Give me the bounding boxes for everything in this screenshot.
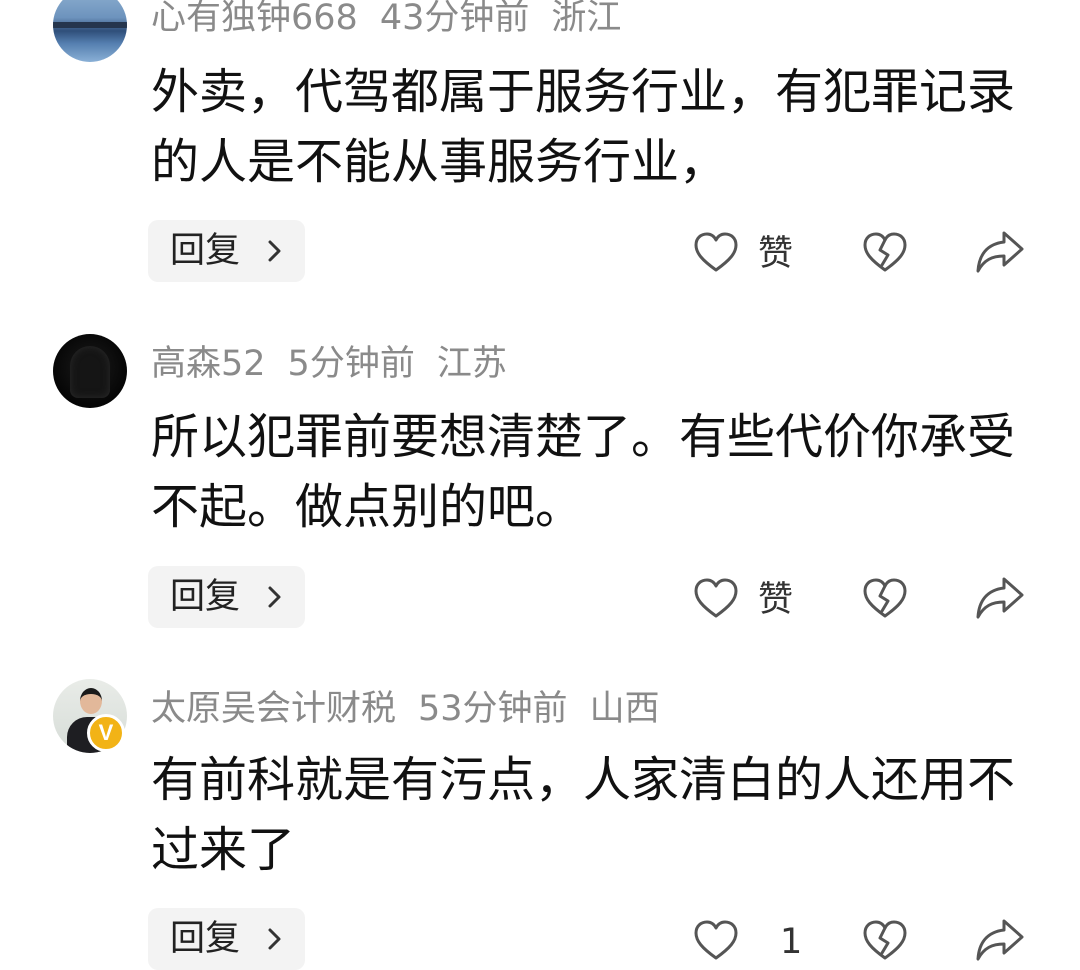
chevron-right-icon <box>268 586 281 608</box>
comment-meta: 心有独钟668 43分钟前 浙江 <box>151 0 643 40</box>
reply-button[interactable]: 回复 <box>148 220 305 282</box>
share-arrow-icon[interactable] <box>974 573 1026 621</box>
verified-badge-icon: V <box>87 714 125 752</box>
reply-label: 回复 <box>170 577 241 617</box>
user-avatar[interactable] <box>53 0 127 62</box>
share-arrow-icon[interactable] <box>974 915 1026 963</box>
username[interactable]: 心有独钟668 <box>151 0 358 38</box>
broken-heart-icon[interactable] <box>861 229 909 277</box>
comment-time: 43分钟前 <box>379 0 530 38</box>
comment-time: 5分钟前 <box>287 344 415 384</box>
comment-text: 有前科就是有污点，人家清白的人还用不过来了 <box>151 752 1016 878</box>
hooded-figure-icon <box>70 346 110 398</box>
comment-time: 53分钟前 <box>418 689 568 729</box>
heart-icon[interactable] <box>692 575 740 623</box>
user-avatar[interactable] <box>53 334 127 408</box>
like-label[interactable]: 赞 <box>758 578 793 622</box>
person-head-icon <box>80 688 102 714</box>
username[interactable]: 太原吴会计财税 <box>151 689 396 729</box>
comment-text: 外卖，代驾都属于服务行业，有犯罪记录的人是不能从事服务行业， <box>151 64 1016 190</box>
comment-location: 江苏 <box>436 344 507 384</box>
broken-heart-icon[interactable] <box>861 575 909 623</box>
city-skyline-icon <box>53 22 127 28</box>
username[interactable]: 高森52 <box>151 344 266 384</box>
reply-button[interactable]: 回复 <box>148 908 305 970</box>
like-count[interactable]: 1 <box>780 920 802 964</box>
chevron-right-icon <box>268 240 281 262</box>
comment-meta: 高森52 5分钟前 江苏 <box>151 342 529 386</box>
heart-icon[interactable] <box>692 229 740 277</box>
reply-label: 回复 <box>170 231 241 271</box>
like-label[interactable]: 赞 <box>758 232 793 276</box>
chevron-right-icon <box>268 928 281 950</box>
share-arrow-icon[interactable] <box>974 227 1026 275</box>
broken-heart-icon[interactable] <box>861 917 909 965</box>
reply-label: 回复 <box>170 919 241 959</box>
comment-meta: 太原吴会计财税 53分钟前 山西 <box>151 687 682 731</box>
reply-button[interactable]: 回复 <box>148 566 305 628</box>
comment-location: 山西 <box>589 689 660 729</box>
comment-location: 浙江 <box>551 0 622 38</box>
heart-icon[interactable] <box>692 917 740 965</box>
comment-text: 所以犯罪前要想清楚了。有些代价你承受不起。做点别的吧。 <box>151 409 1016 535</box>
